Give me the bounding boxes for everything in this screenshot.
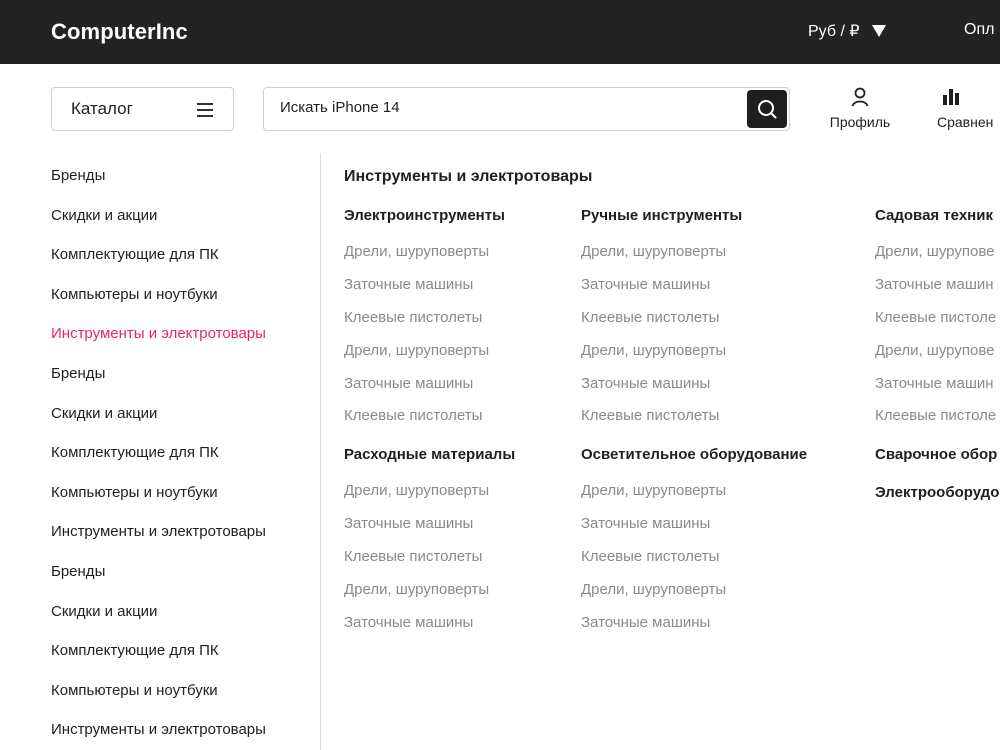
menu-link[interactable]: Заточные машины: [581, 514, 807, 547]
sidebar-item[interactable]: Комплектующие для ПК: [51, 641, 311, 681]
menu-link[interactable]: Дрели, шуруповерты: [581, 580, 807, 613]
menu-group: Ручные инструменты Дрели, шуруповерты За…: [581, 206, 742, 439]
menu-link[interactable]: Клеевые пистоле: [875, 308, 1000, 341]
menu-group-title[interactable]: Электрооборудо: [875, 483, 1000, 519]
menu-link[interactable]: Дрели, шуруповерты: [344, 481, 515, 514]
menu-link[interactable]: Дрели, шуруповерты: [344, 341, 505, 374]
currency-selector[interactable]: Руб / ₽: [808, 21, 886, 41]
sidebar-item[interactable]: Инструменты и электротовары: [51, 522, 311, 562]
sidebar-item[interactable]: Скидки и акции: [51, 602, 311, 642]
menu-group: Расходные материалы Дрели, шуруповерты З…: [344, 445, 515, 645]
menu-link[interactable]: Заточные машины: [344, 275, 505, 308]
top-bar: ComputerInc Руб / ₽ Опл: [0, 0, 1000, 64]
menu-link[interactable]: Дрели, шуруповерты: [581, 481, 807, 514]
sidebar-item[interactable]: Компьютеры и ноутбуки: [51, 483, 311, 523]
sidebar-item[interactable]: Скидки и акции: [51, 206, 311, 246]
catalog-button[interactable]: Каталог: [51, 87, 234, 131]
menu-group-title[interactable]: Электроинструменты: [344, 206, 505, 242]
menu-group-title[interactable]: Сварочное обор: [875, 445, 1000, 481]
sidebar-item[interactable]: Компьютеры и ноутбуки: [51, 285, 311, 325]
menu-link[interactable]: Дрели, шуруповерты: [344, 242, 505, 275]
catalog-label: Каталог: [71, 99, 133, 118]
menu-link[interactable]: Заточные машины: [344, 613, 515, 646]
menu-group: Сварочное обор Электрооборудо: [875, 445, 1000, 519]
sidebar-item[interactable]: Бренды: [51, 562, 311, 602]
menu-link[interactable]: Дрели, шурупове: [875, 242, 1000, 275]
menu-link[interactable]: Дрели, шуруповерты: [581, 242, 742, 275]
logo[interactable]: ComputerInc: [51, 19, 188, 45]
menu-link[interactable]: Клеевые пистолеты: [344, 406, 505, 439]
sidebar-item[interactable]: Комплектующие для ПК: [51, 245, 311, 285]
menu-link[interactable]: Клеевые пистолеты: [581, 547, 807, 580]
sidebar-item[interactable]: Инструменты и электротовары: [51, 720, 311, 750]
menu-group: Осветительное оборудование Дрели, шурупо…: [581, 445, 807, 645]
menu-group-title[interactable]: Осветительное оборудование: [581, 445, 807, 481]
search-box: [263, 87, 790, 131]
sidebar-item[interactable]: Компьютеры и ноутбуки: [51, 681, 311, 721]
profile-label: Профиль: [829, 114, 891, 130]
menu-link[interactable]: Дрели, шуруповерты: [581, 341, 742, 374]
menu-link[interactable]: Клеевые пистолеты: [344, 547, 515, 580]
menu-link[interactable]: Заточные машин: [875, 374, 1000, 407]
menu-icon: [197, 103, 213, 117]
search-button[interactable]: [747, 90, 787, 128]
bar-chart-icon: [943, 89, 959, 105]
compare-button[interactable]: Сравнен: [937, 86, 1000, 130]
compare-label: Сравнен: [937, 114, 994, 130]
menu-link[interactable]: Клеевые пистолеты: [581, 308, 742, 341]
menu-group-title[interactable]: Садовая техник: [875, 206, 1000, 242]
menu-link[interactable]: Дрели, шуруповерты: [344, 580, 515, 613]
menu-link[interactable]: Клеевые пистолеты: [344, 308, 505, 341]
menu-link[interactable]: Заточные машины: [344, 514, 515, 547]
sidebar-item[interactable]: Бренды: [51, 364, 311, 404]
sidebar-item-active[interactable]: Инструменты и электротовары: [51, 324, 311, 364]
category-sidebar: Бренды Скидки и акции Комплектующие для …: [51, 166, 311, 750]
menu-link[interactable]: Заточные машин: [875, 275, 1000, 308]
search-input[interactable]: [280, 99, 740, 116]
caret-down-icon: [871, 25, 886, 37]
sidebar-item[interactable]: Комплектующие для ПК: [51, 443, 311, 483]
menu-section-title: Инструменты и электротовары: [344, 168, 593, 185]
divider: [320, 153, 321, 750]
profile-button[interactable]: Профиль: [826, 86, 894, 130]
user-icon: [851, 87, 869, 107]
topbar-link[interactable]: Опл: [964, 21, 994, 39]
menu-group-title[interactable]: Ручные инструменты: [581, 206, 742, 242]
menu-link[interactable]: Заточные машины: [581, 275, 742, 308]
menu-link[interactable]: Заточные машины: [581, 374, 742, 407]
sidebar-item[interactable]: Бренды: [51, 166, 311, 206]
search-icon: [758, 100, 777, 119]
menu-link[interactable]: Заточные машины: [344, 374, 505, 407]
currency-label: Руб / ₽: [808, 23, 860, 40]
menu-group: Садовая техник Дрели, шурупове Заточные …: [875, 206, 1000, 439]
menu-link[interactable]: Клеевые пистоле: [875, 406, 1000, 439]
menu-group-title[interactable]: Расходные материалы: [344, 445, 515, 481]
menu-link[interactable]: Заточные машины: [581, 613, 807, 646]
menu-link[interactable]: Дрели, шурупове: [875, 341, 1000, 374]
menu-link[interactable]: Клеевые пистолеты: [581, 406, 742, 439]
sidebar-item[interactable]: Скидки и акции: [51, 404, 311, 444]
menu-group: Электроинструменты Дрели, шуруповерты За…: [344, 206, 505, 439]
